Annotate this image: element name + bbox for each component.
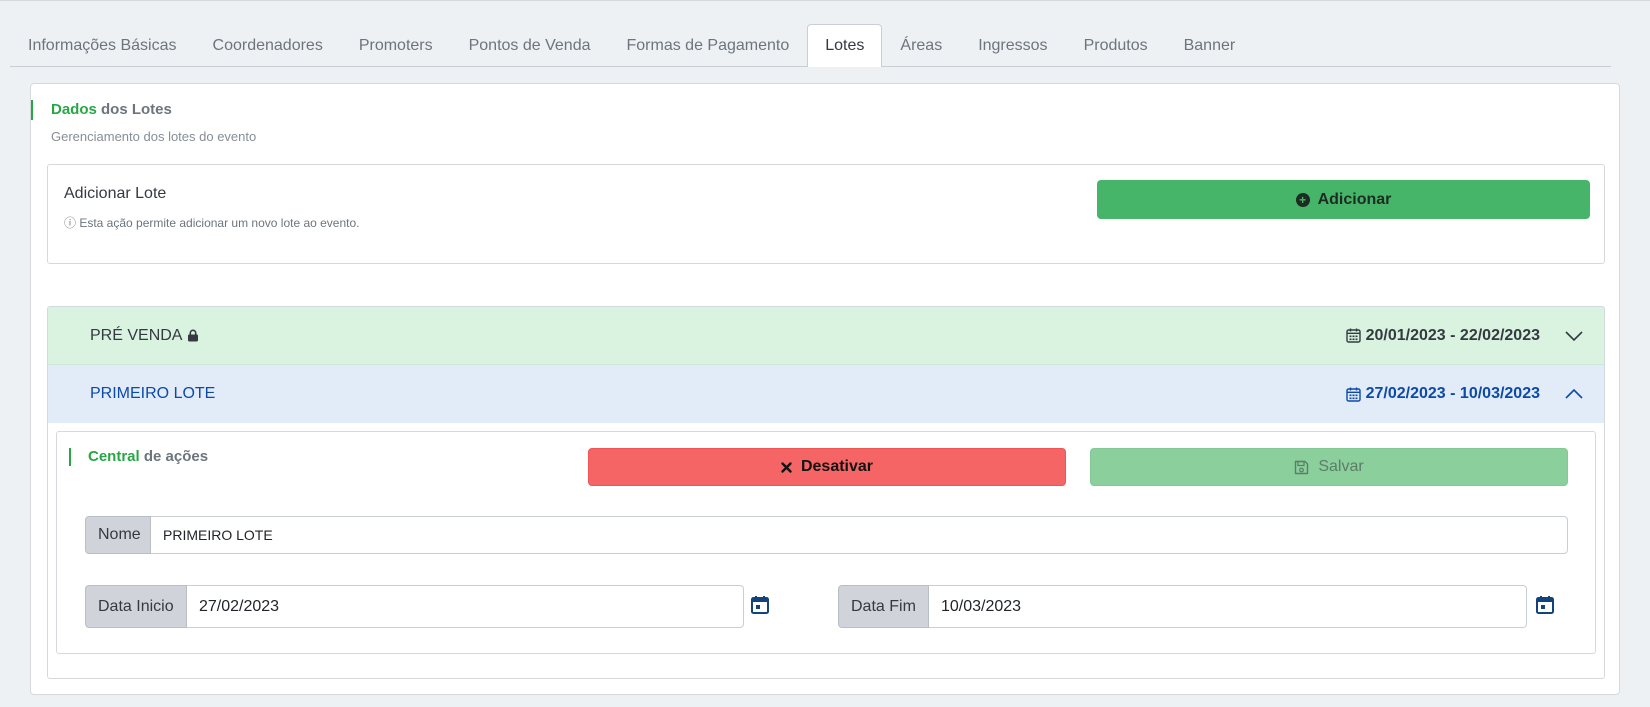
lock-icon — [188, 329, 199, 342]
lot-name-text: PRIMEIRO LOTE — [90, 385, 216, 402]
add-lot-title: Adicionar Lote — [64, 185, 167, 202]
calendar-icon — [1345, 387, 1361, 402]
lot-name: PRÉ VENDA — [90, 327, 199, 345]
actions-title-accent: Central — [88, 448, 140, 465]
lot-name: PRIMEIRO LOTE — [90, 385, 215, 403]
tab-promoters[interactable]: Promoters — [341, 24, 451, 66]
tab-bar: Informações Básicas Coordenadores Promot… — [10, 24, 1611, 67]
lots-accordion: PRÉ VENDA 20/01/2023 - 22/02/2023 PRIMEI… — [47, 306, 1605, 679]
tab-banner[interactable]: Banner — [1166, 24, 1254, 66]
start-date-calendar-icon[interactable] — [749, 594, 773, 618]
lot-date-range: 27/02/2023 - 10/03/2023 — [1345, 385, 1540, 403]
name-input-group: Nome — [85, 516, 1568, 554]
start-date-input-group: Data Inicio — [85, 585, 744, 628]
start-date-input[interactable] — [187, 585, 744, 628]
save-button[interactable]: Salvar — [1090, 448, 1568, 486]
tab-areas[interactable]: Áreas — [882, 24, 960, 66]
name-label: Nome — [85, 516, 151, 554]
lot-date-range: 20/01/2023 - 22/02/2023 — [1345, 326, 1540, 345]
floppy-disk-icon — [1295, 460, 1309, 474]
tab-formas-de-pagamento[interactable]: Formas de Pagamento — [609, 24, 808, 66]
end-date-calendar-icon[interactable] — [1534, 594, 1558, 618]
deactivate-button[interactable]: Desativar — [588, 448, 1066, 486]
section-title-rest: dos Lotes — [96, 101, 172, 118]
actions-title: Central de ações — [69, 448, 208, 466]
close-icon — [781, 461, 792, 473]
chevron-down-icon[interactable] — [1564, 326, 1584, 346]
lot-header-pre-venda[interactable]: PRÉ VENDA 20/01/2023 - 22/02/2023 — [48, 307, 1604, 365]
deactivate-button-label: Desativar — [800, 458, 874, 475]
section-title: Dados dos Lotes — [51, 100, 172, 120]
end-date-label: Data Fim — [838, 585, 929, 628]
lot-date-text: 27/02/2023 - 10/03/2023 — [1365, 385, 1540, 402]
save-button-label: Salvar — [1318, 458, 1364, 475]
chevron-up-icon[interactable] — [1564, 384, 1584, 404]
name-input[interactable] — [151, 516, 1568, 554]
tab-produtos[interactable]: Produtos — [1066, 24, 1166, 66]
add-lot-button[interactable]: + Adicionar — [1097, 180, 1590, 219]
actions-title-rest: de ações — [139, 448, 209, 465]
section-subtitle: Gerenciamento dos lotes do evento — [51, 129, 257, 144]
end-date-input-group: Data Fim — [838, 585, 1527, 628]
tab-lotes[interactable]: Lotes — [807, 24, 883, 67]
section-title-accent: Dados — [51, 101, 97, 118]
add-lot-button-label: Adicionar — [1317, 190, 1392, 208]
tab-informacoes-basicas[interactable]: Informações Básicas — [10, 24, 195, 66]
top-divider — [0, 0, 1650, 1]
end-date-input[interactable] — [929, 585, 1527, 628]
section-header: Dados dos Lotes — [31, 100, 172, 120]
lot-actions-panel: Central de ações Desativar Salvar Nome P… — [56, 431, 1596, 654]
lot-name-text: PRÉ VENDA — [90, 326, 183, 344]
lots-card: Dados dos Lotes Gerenciamento dos lotes … — [30, 83, 1620, 695]
add-lot-panel: Adicionar Lote ⓘ Esta ação permite adici… — [47, 164, 1605, 264]
plus-circle-icon: + — [1295, 192, 1310, 207]
start-date-label: Data Inicio — [85, 585, 187, 628]
add-lot-hint: ⓘ Esta ação permite adicionar um novo lo… — [64, 216, 360, 230]
tab-coordenadores[interactable]: Coordenadores — [195, 24, 341, 66]
lot-header-primeiro-lote[interactable]: PRIMEIRO LOTE 27/02/2023 - 10/03/2023 — [48, 365, 1604, 423]
tab-pontos-de-venda[interactable]: Pontos de Venda — [451, 24, 609, 66]
lot-date-text: 20/01/2023 - 22/02/2023 — [1365, 326, 1540, 344]
tab-ingressos[interactable]: Ingressos — [960, 24, 1065, 66]
calendar-icon — [1345, 328, 1361, 343]
